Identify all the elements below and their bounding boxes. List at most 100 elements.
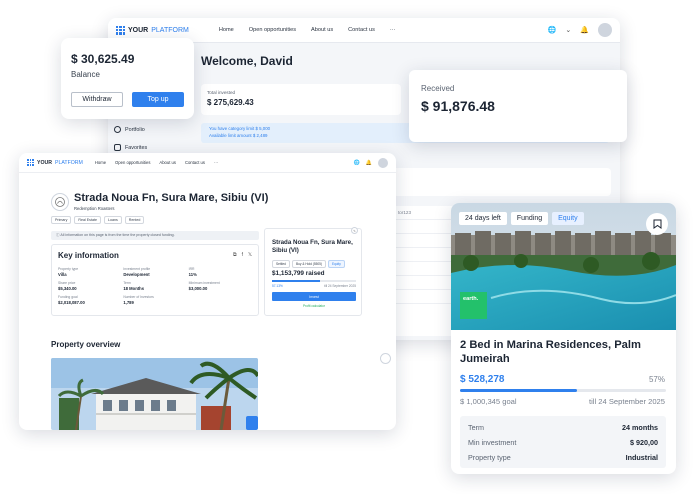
key-info-label: Term	[123, 281, 131, 285]
funding-deadline: till 24 September 2025	[324, 284, 356, 288]
balance-amount: $ 30,625.49	[71, 52, 135, 66]
facebook-icon[interactable]: f	[242, 252, 243, 258]
key-info-item: Property type Villa	[58, 267, 123, 277]
developer-logo: earth.	[460, 292, 487, 319]
edit-icon[interactable]: ✎	[351, 227, 358, 234]
key-info-item: IRR 11%	[189, 267, 254, 277]
tag: Loans	[103, 216, 122, 224]
portfolio-icon	[114, 126, 121, 133]
fact-row-term: Term 24 months	[468, 420, 658, 435]
nav-contact-us[interactable]: Contact us	[348, 27, 375, 33]
globe-icon[interactable]: 🌐	[354, 160, 360, 166]
logo-grid-icon	[116, 25, 125, 35]
closed-info-text: All information on this page is from the…	[60, 233, 175, 237]
fact-label: Min investment	[468, 438, 517, 447]
bell-icon[interactable]: 🔔	[580, 26, 589, 34]
listing-facts: Term 24 months Min investment $ 920,00 Pro…	[460, 416, 666, 468]
balance-label: Balance	[71, 70, 100, 79]
key-info-item: Funding goal $2,018,087.00	[58, 295, 123, 305]
key-info-label: Investment profile	[123, 267, 151, 271]
nav-more[interactable]: ···	[390, 27, 396, 33]
key-info-value: $5,340.00	[58, 286, 77, 291]
logo-grid-icon	[27, 159, 34, 166]
equity-badge: Equity	[552, 212, 584, 225]
nav-about-us[interactable]: About us	[311, 27, 333, 33]
key-info-item: Minimum investment $3,000.00	[189, 281, 254, 291]
invest-button[interactable]: Invest	[272, 292, 356, 301]
tag: Real Estate	[74, 216, 101, 224]
withdraw-button[interactable]: Withdraw	[71, 92, 123, 107]
brand-logo[interactable]: YOUR PLATFORM	[27, 159, 83, 166]
received-value: $ 91,876.48	[421, 98, 495, 114]
brand-name-your: YOUR	[128, 26, 149, 34]
property-tags: Primary Real Estate Loans Rented	[51, 216, 145, 224]
bookmark-icon	[653, 219, 661, 229]
chevron-down-icon[interactable]: ⌄	[565, 26, 571, 34]
scroll-top-button[interactable]	[380, 353, 391, 364]
profit-calculator-link[interactable]: Profit calculator	[272, 304, 356, 308]
nav-open-opportunities[interactable]: Open opportunities	[115, 160, 150, 165]
share-icon[interactable]: ⧉	[233, 252, 237, 258]
nav-more[interactable]: ···	[214, 160, 218, 165]
funding-progress-bar	[272, 280, 356, 282]
globe-icon[interactable]: 🌐	[548, 26, 557, 34]
key-info-value: Development	[123, 272, 150, 277]
bookmark-button[interactable]	[646, 213, 668, 235]
fact-label: Property type	[468, 453, 511, 462]
brand-name-platform: PLATFORM	[55, 159, 83, 166]
sidebar-item-label: Favorites	[125, 144, 148, 151]
nav-open-opportunities[interactable]: Open opportunities	[249, 27, 296, 33]
total-invested-label: Total invested	[207, 90, 236, 95]
property-window: YOUR PLATFORM Home Open opportunities Abo…	[19, 153, 396, 430]
listing-card[interactable]: 24 days left Funding Equity earth. 2 Bed…	[451, 203, 676, 474]
funding-title: Strada Noua Fn, Sura Mare, Sibiu (VI)	[272, 239, 353, 254]
funding-progress-bar	[460, 389, 666, 392]
funding-goal: $ 1,000,345 goal	[460, 397, 517, 406]
key-info-label: Property type	[58, 267, 79, 271]
key-info-item: Number of Investors 1,789	[123, 295, 188, 305]
received-label: Received	[421, 84, 455, 93]
top-nav: YOUR PLATFORM Home Open opportunities Abo…	[19, 153, 396, 173]
key-info-item: Term 18 Months	[123, 281, 188, 291]
key-info-value: 1,789	[123, 300, 134, 305]
listing-title[interactable]: 2 Bed in Marina Residences, Palm Jumeira…	[460, 338, 665, 366]
top-up-button[interactable]: Top up	[132, 92, 184, 107]
sidebar-item-favorites[interactable]: Favorites	[114, 144, 147, 151]
funding-badge: Funding	[510, 212, 549, 225]
nav-home[interactable]: Home	[95, 160, 106, 165]
key-info-value: $3,000.00	[188, 286, 208, 291]
property-overview-heading: Property overview	[51, 340, 121, 349]
company-logo	[51, 193, 69, 211]
funding-percent: 57.13%	[272, 284, 283, 288]
nav-contact-us[interactable]: Contact us	[185, 160, 205, 165]
key-info-value: 11%	[188, 272, 197, 277]
key-info-label: Minimum investment	[188, 281, 220, 285]
brand-name-platform: PLATFORM	[151, 26, 189, 34]
company-logo-icon	[55, 197, 65, 207]
raised-amount: $1,153,799 raised	[272, 270, 325, 277]
fact-value: Industrial	[625, 453, 658, 462]
x-icon[interactable]: 𝕏	[248, 252, 252, 258]
avatar[interactable]	[598, 23, 612, 37]
section-tile	[393, 168, 611, 196]
fact-row-property-type: Property type Industrial	[468, 450, 658, 465]
days-left-badge: 24 days left	[459, 212, 507, 225]
funding-progress-fill	[272, 280, 320, 282]
funding-deadline: till 24 September 2025	[589, 397, 665, 406]
total-invested-tile: Total invested $ 275,629.43	[201, 84, 401, 115]
received-card: Received $ 91,876.48	[409, 70, 627, 142]
brand-logo[interactable]: YOUR PLATFORM	[116, 25, 189, 35]
nav-home[interactable]: Home	[219, 27, 234, 33]
nav-about-us[interactable]: About us	[159, 160, 176, 165]
avatar[interactable]	[378, 157, 388, 168]
favorites-icon	[114, 144, 121, 151]
key-info-value: Villa	[58, 272, 67, 277]
bell-icon[interactable]: 🔔	[366, 160, 372, 166]
key-info-item: Investment profile Development	[123, 267, 188, 277]
tag: Rented	[124, 216, 145, 224]
sidebar-item-portfolio[interactable]: Portfolio	[114, 126, 145, 133]
key-info-label: Number of Investors	[123, 295, 154, 299]
strategy-badge: Buy & Hold (5505)	[291, 260, 326, 268]
key-info-item: Share price $5,340.00	[58, 281, 123, 291]
property-photo[interactable]	[51, 358, 258, 430]
